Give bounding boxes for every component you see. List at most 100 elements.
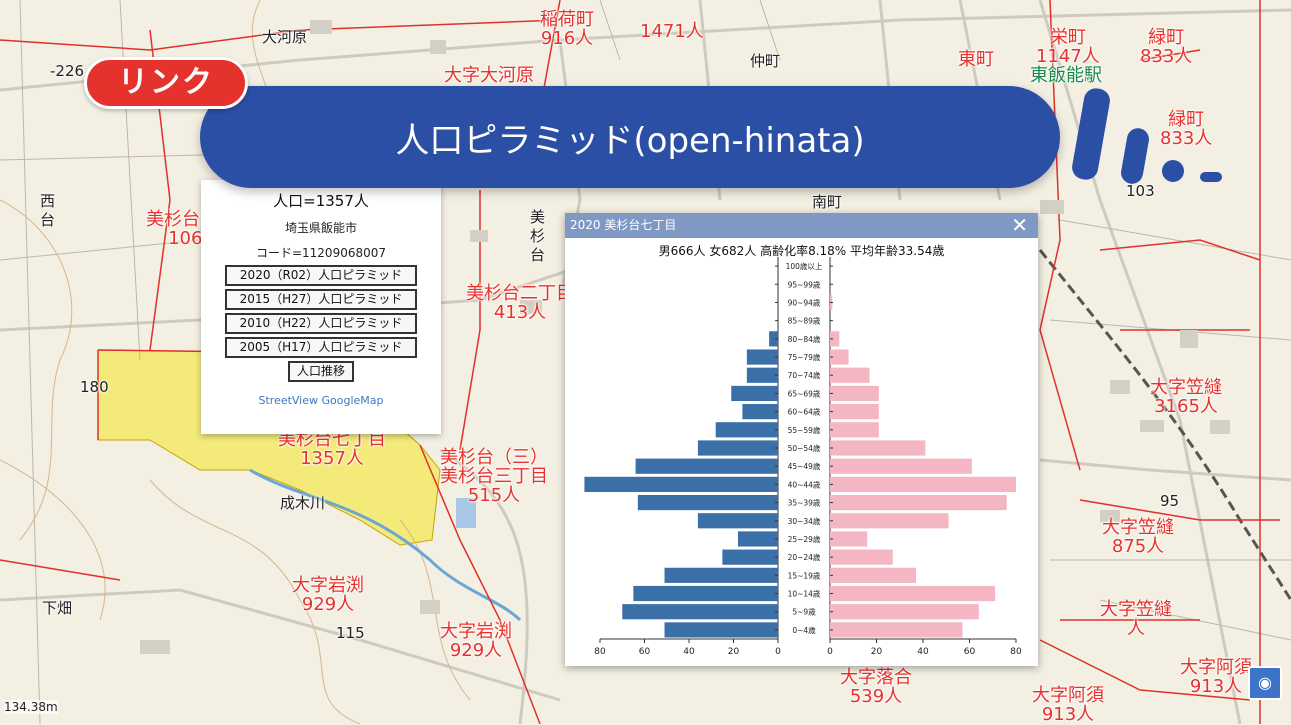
female-bar — [830, 494, 1007, 511]
map-place-label: 95 — [1160, 492, 1180, 510]
age-label: 60~64歳 — [788, 407, 821, 417]
map-place-label: 稲荷町 916人 — [540, 9, 594, 49]
age-label: 85~89歳 — [788, 316, 821, 326]
decorative-bar — [1200, 172, 1222, 182]
x-tick-label: 20 — [728, 647, 740, 657]
pyramid-2015-button[interactable]: 2015（H27）人口ピラミッド — [225, 289, 417, 310]
age-label: 35~39歳 — [788, 498, 821, 508]
location-button[interactable]: ◉ — [1248, 666, 1282, 700]
female-bar — [830, 622, 963, 638]
area-code: コード=11209068007 — [255, 246, 387, 260]
age-label: 5~9歳 — [792, 607, 816, 617]
age-label: 65~69歳 — [788, 388, 821, 398]
map-place-label: 緑町 833人 — [1140, 27, 1193, 67]
age-label: 80~84歳 — [788, 334, 821, 344]
male-bar — [746, 349, 778, 365]
female-bar — [830, 404, 879, 420]
x-tick-label: 0 — [775, 647, 781, 657]
link-badge[interactable]: リンク — [84, 57, 248, 109]
population-pyramid-chart: 0~4歳 5~9歳 10~14歳 15~19歳 20~24歳 25~29歳 30~34歳 35… — [584, 257, 1022, 657]
age-label: 70~74歳 — [788, 370, 821, 380]
age-label: 40~44歳 — [788, 479, 821, 489]
male-bar — [664, 567, 778, 583]
male-bar — [635, 458, 778, 474]
map-place-label: 美杉台（三） 美杉台三丁目 515人 — [440, 447, 548, 506]
female-bar — [830, 440, 926, 456]
age-label: 45~49歳 — [788, 461, 821, 471]
male-bar — [664, 622, 778, 638]
map-place-label: -226 — [50, 62, 85, 80]
map-place-label: 103 — [1126, 182, 1155, 200]
x-tick-label: 80 — [1010, 647, 1022, 657]
popup-links: StreetView GoogleMap — [201, 394, 441, 407]
map-place-label: 緑町 833人 — [1160, 109, 1213, 149]
age-label: 95~99歳 — [788, 279, 821, 289]
female-bar — [830, 476, 1016, 492]
map-place-label: 大字笠縫 人 — [1100, 599, 1172, 639]
googlemap-link[interactable]: GoogleMap — [322, 394, 384, 407]
pyramid-2005-button[interactable]: 2005（H17）人口ピラミッド — [225, 337, 417, 358]
age-label: 20~24歳 — [788, 552, 821, 562]
title-banner: 人口ピラミッド(open-hinata) — [200, 86, 1060, 188]
female-bar — [830, 513, 949, 529]
male-bar — [622, 604, 778, 620]
x-tick-label: 20 — [871, 647, 883, 657]
x-tick-label: 60 — [639, 647, 651, 657]
map-place-label: 成木川 — [280, 494, 326, 512]
x-tick-label: 40 — [917, 647, 929, 657]
x-tick-label: 0 — [827, 647, 833, 657]
map-place-label: 115 — [336, 624, 365, 642]
age-label: 30~34歳 — [788, 516, 821, 526]
population-title: 人口=1357人 — [273, 192, 369, 210]
age-label: 0~4歳 — [792, 625, 816, 635]
male-bar — [737, 531, 778, 547]
male-bar — [633, 585, 778, 602]
x-tick-label: 80 — [594, 647, 606, 657]
female-bar — [830, 422, 879, 438]
map-place-label: 大字大河原 — [444, 65, 534, 86]
map-place-label: 下畑 — [42, 599, 73, 617]
pyramid-2010-button[interactable]: 2010（H22）人口ピラミッド — [225, 313, 417, 334]
male-bar — [722, 549, 778, 565]
male-bar — [584, 476, 778, 492]
map-place-label: 美杉台七丁目 1357人 — [278, 429, 386, 469]
age-label: 10~14歳 — [788, 589, 821, 599]
scale-text: 134.38m — [4, 700, 58, 714]
age-label: 50~54歳 — [788, 443, 821, 453]
pyramid-2020-button[interactable]: 2020（R02）人口ピラミッド — [225, 265, 417, 286]
prefecture-city: 埼玉県飯能市 — [284, 221, 357, 235]
map-place-label: 美 杉 台 — [530, 208, 546, 264]
map-place-label: 大字岩渕 929人 — [440, 621, 512, 661]
map-place-label: 南町 — [812, 193, 843, 211]
male-bar — [742, 404, 778, 420]
population-pyramid-window: 2020 美杉台七丁目 ✕ 0~4歳 5~9歳 10~14歳 15~19歳 20~24歳… — [565, 213, 1038, 666]
male-bar — [731, 385, 778, 402]
female-bar — [830, 585, 996, 602]
map-place-label: 大字落合 539人 — [840, 667, 912, 707]
area-info-popup: 人口=1357人 埼玉県飯能市 コード=11209068007 2020（R02… — [201, 180, 441, 434]
female-bar — [830, 604, 979, 620]
population-trend-button[interactable]: 人口推移 — [288, 361, 354, 382]
age-label: 15~19歳 — [788, 570, 821, 580]
map-place-label: 西 台 — [40, 192, 56, 229]
male-bar — [746, 367, 778, 383]
male-bar — [697, 513, 778, 529]
female-bar — [830, 531, 868, 547]
map-place-label: 栄町 1147人 — [1036, 27, 1100, 67]
map-place-label: 東町 — [958, 49, 994, 70]
map-place-label: 東飯能駅 — [1030, 65, 1102, 86]
streetview-link[interactable]: StreetView — [258, 394, 318, 407]
male-bar — [697, 440, 778, 456]
map-place-label: 大字岩渕 929人 — [292, 575, 364, 615]
x-tick-label: 40 — [683, 647, 695, 657]
male-bar — [637, 494, 778, 511]
age-label: 100歳以上 — [786, 261, 823, 271]
female-bar — [830, 549, 893, 565]
female-bar — [830, 567, 917, 583]
age-label: 90~94歳 — [788, 297, 821, 307]
map-place-label: 大字阿須 913人 — [1180, 657, 1252, 697]
map-place-label: 大河原 — [262, 28, 308, 46]
map-place-label: 大字阿須 913人 — [1032, 685, 1104, 725]
female-bar — [830, 458, 972, 474]
female-bar — [830, 385, 879, 402]
